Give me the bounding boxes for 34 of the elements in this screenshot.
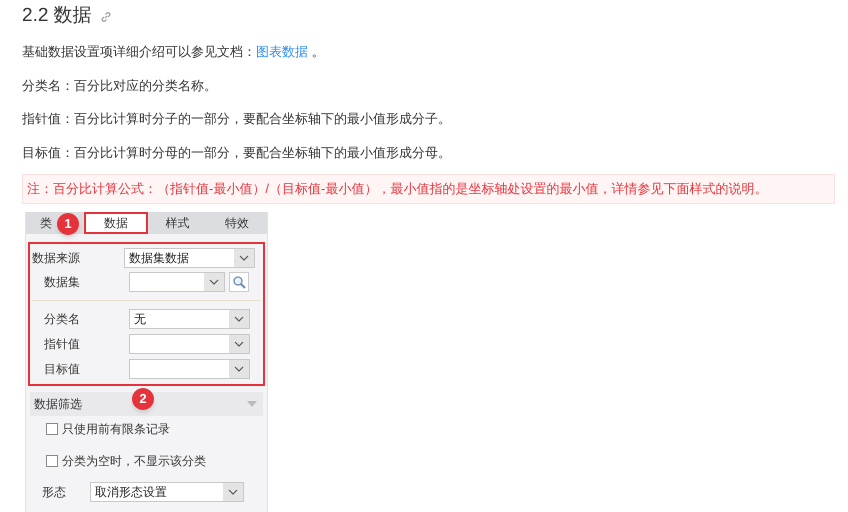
field-label: 目标值	[43, 361, 81, 378]
intro-text: 基础数据设置项详细介绍可以参见文档：图表数据 。	[22, 43, 326, 61]
tab[interactable]: 数据	[84, 212, 148, 234]
number-badge: 2	[132, 388, 154, 410]
chevron-down-icon	[239, 254, 249, 260]
chevron-down-icon	[234, 316, 244, 322]
chevron-down-icon	[228, 488, 238, 494]
source-select[interactable]: 数据集数据	[124, 248, 255, 268]
note-box: 注：百分比计算公式：（指针值-最小值）/（目标值-最小值），最小值指的是坐标轴处设置的最小值，详情参见下面样式的说明。	[22, 174, 835, 204]
field-label: 数据来源	[32, 250, 81, 266]
section-heading: 2.2 数据	[22, 4, 92, 28]
tab[interactable]: 样式	[148, 212, 208, 234]
checkbox-option[interactable]: 只使用前有限条记录	[46, 420, 267, 438]
tab[interactable]: 类	[26, 212, 54, 234]
tab[interactable]: 特效	[207, 212, 268, 234]
field-select[interactable]	[129, 334, 250, 354]
field-select[interactable]	[129, 359, 250, 379]
dataset-select[interactable]	[129, 272, 225, 292]
field-label: 形态	[42, 484, 67, 500]
dropdown-icon	[247, 400, 257, 406]
field-label: 数据集	[43, 274, 81, 290]
paragraph: 目标值：百分比计算时分母的一部分，要配合坐标轴下的最小值形成分母。	[22, 144, 452, 162]
link-icon[interactable]	[100, 10, 112, 22]
paragraph: 分类名：百分比对应的分类名称。	[22, 76, 218, 94]
chevron-down-icon	[234, 366, 244, 372]
chevron-down-icon	[209, 278, 219, 284]
search-icon[interactable]	[229, 272, 249, 292]
checkbox-option[interactable]: 分类为空时，不显示该分类	[46, 452, 267, 470]
form-select[interactable]: 取消形态设置	[90, 482, 244, 502]
field-label: 指针值	[43, 336, 81, 353]
chevron-down-icon	[234, 341, 244, 347]
field-select[interactable]: 无	[129, 309, 250, 329]
paragraph: 指针值：百分比计算时分子的一部分，要配合坐标轴下的最小值形成分子。	[22, 110, 452, 128]
field-label: 分类名	[43, 311, 81, 328]
